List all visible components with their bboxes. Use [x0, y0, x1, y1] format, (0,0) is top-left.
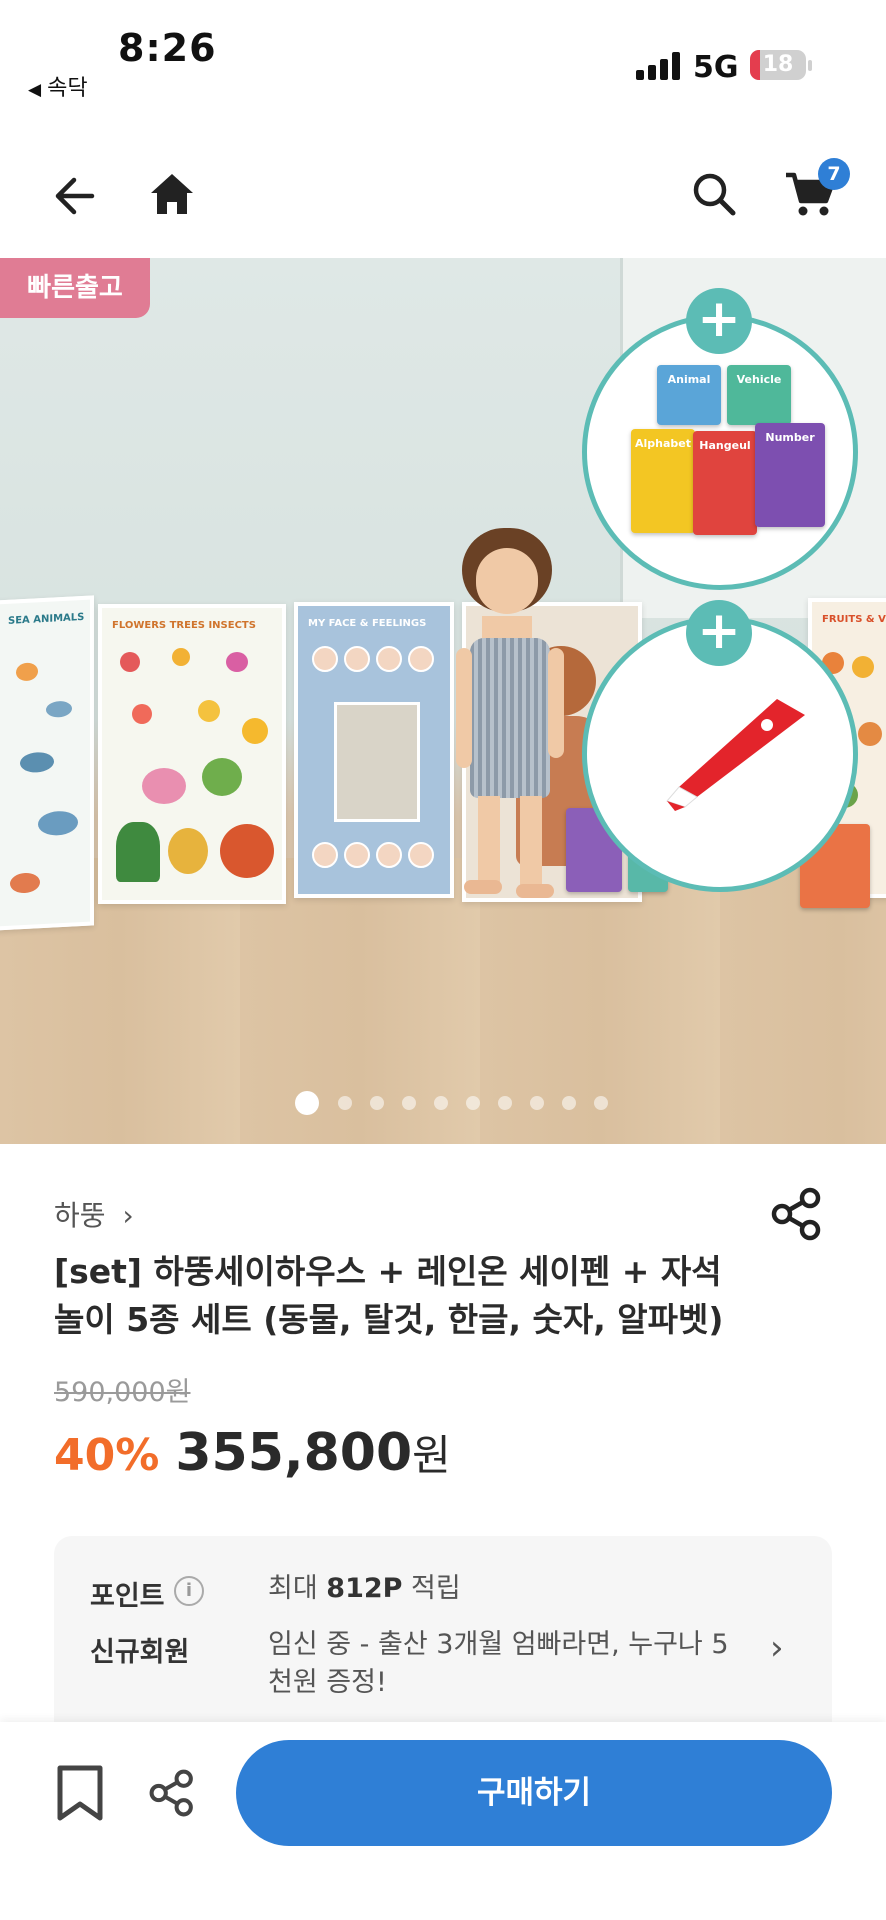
carousel-dot[interactable]: [434, 1096, 448, 1110]
magnet-set-bubble: Animal Vehicle Alphabet Hangeul Number: [582, 314, 858, 590]
status-time: 8:26: [118, 26, 217, 70]
battery-label: 18: [762, 52, 794, 77]
carousel-dot[interactable]: [594, 1096, 608, 1110]
search-icon[interactable]: [684, 164, 744, 224]
animal-box: Animal: [657, 365, 721, 425]
carousel-dot[interactable]: [338, 1096, 352, 1110]
cart-count-badge: 7: [818, 158, 850, 190]
back-app-label: 속닥: [47, 76, 88, 101]
back-triangle-icon: ◀: [28, 80, 42, 100]
alphabet-box: Alphabet: [631, 429, 695, 533]
battery-icon: 18: [750, 50, 806, 80]
original-price: 590,000원: [54, 1377, 191, 1408]
carousel-dot[interactable]: [370, 1096, 384, 1110]
child-photo: [452, 528, 582, 908]
brand-link[interactable]: 하뚱 ›: [54, 1194, 134, 1234]
signal-icon: [636, 52, 680, 80]
product-title-line1: [set] 하뚱세이하우스 + 레인온 세이펜 + 자석: [54, 1252, 722, 1291]
carousel-dot[interactable]: [498, 1096, 512, 1110]
brand-name: 하뚱: [54, 1199, 106, 1232]
point-amount: 812P: [326, 1573, 403, 1604]
carousel-dot[interactable]: [562, 1096, 576, 1110]
point-value: 최대 812P 적립: [268, 1573, 461, 1604]
share-icon[interactable]: [148, 1768, 198, 1818]
product-title-line2: 놀이 5종 세트 (동물, 탈것, 한글, 숫자, 알파벳): [54, 1300, 724, 1339]
price-row: 40% 355,800 원: [54, 1422, 451, 1488]
poster-panel-flowers: FLOWERS TREES INSECTS: [98, 604, 286, 904]
product-image-carousel[interactable]: SEA ANIMALS FLOWERS TREES INSECTS MY FAC…: [0, 258, 886, 1144]
network-label: 5G: [693, 50, 739, 85]
saypen-icon: [666, 699, 805, 811]
poster-panel-sea-animals: SEA ANIMALS: [0, 595, 94, 931]
plus-icon: +: [686, 288, 752, 354]
carousel-dot[interactable]: [466, 1096, 480, 1110]
back-arrow-icon[interactable]: [44, 166, 104, 226]
new-member-label: 신규회원: [90, 1637, 190, 1668]
sale-price: 355,800: [175, 1423, 413, 1483]
hangeul-box: Hangeul: [693, 431, 757, 535]
number-box: Number: [755, 423, 825, 527]
chevron-right-icon: ›: [122, 1199, 134, 1232]
fast-shipping-badge: 빠른출고: [0, 258, 150, 318]
battery-nub: [808, 60, 812, 71]
carousel-dot[interactable]: [530, 1096, 544, 1110]
carousel-dot[interactable]: [402, 1096, 416, 1110]
status-bar: 8:26 ◀ 속닥 5G 18: [0, 0, 886, 120]
panel-title: FRUITS & VEGE: [822, 614, 886, 625]
discount-rate: 40%: [54, 1430, 160, 1481]
back-to-app-link[interactable]: ◀ 속닥: [28, 70, 88, 102]
chevron-right-icon[interactable]: ›: [770, 1628, 784, 1668]
poster-panel-face-feelings: MY FACE & FEELINGS: [294, 602, 454, 898]
panel-title: FLOWERS TREES INSECTS: [112, 620, 256, 631]
panel-title: SEA ANIMALS: [8, 611, 85, 627]
bookmark-icon[interactable]: [54, 1764, 106, 1824]
share-icon[interactable]: [770, 1186, 826, 1242]
home-icon[interactable]: [142, 164, 202, 224]
buy-button[interactable]: 구매하기: [236, 1740, 832, 1846]
plus-icon: +: [686, 600, 752, 666]
info-icon[interactable]: i: [174, 1576, 204, 1606]
point-label: 포인트: [90, 1581, 165, 1612]
currency-unit: 원: [412, 1431, 451, 1480]
carousel-indicator[interactable]: [0, 1091, 886, 1120]
product-title: [set] 하뚱세이하우스 + 레인온 세이펜 + 자석 놀이 5종 세트 (동…: [54, 1248, 774, 1344]
carousel-dot[interactable]: [295, 1091, 319, 1115]
new-member-benefit[interactable]: 임신 중 - 출산 3개월 엄빠라면, 누구나 5 천원 증정!: [268, 1626, 768, 1702]
top-navigation: [0, 140, 886, 256]
vehicle-box: Vehicle: [727, 365, 791, 425]
panel-title: MY FACE & FEELINGS: [308, 618, 427, 629]
